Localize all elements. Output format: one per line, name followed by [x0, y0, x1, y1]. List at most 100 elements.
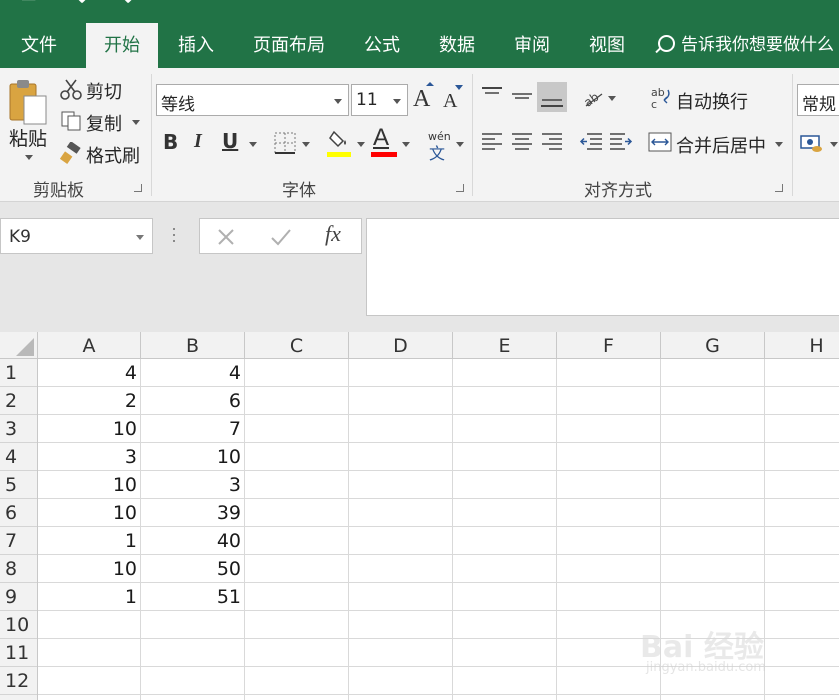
align-top-icon[interactable] [481, 86, 503, 104]
fill-color-dropdown-icon[interactable] [357, 142, 365, 147]
column-header-b[interactable]: B [141, 332, 245, 359]
tab-page-layout[interactable]: 页面布局 [240, 23, 338, 68]
row-header[interactable]: 1 [0, 359, 37, 387]
row-header[interactable]: 8 [0, 555, 37, 583]
row-header[interactable]: 10 [0, 611, 37, 639]
cell-a5[interactable]: 10 [38, 471, 140, 499]
tab-view[interactable]: 视图 [575, 23, 639, 68]
tab-file[interactable]: 文件 [0, 23, 78, 68]
italic-button[interactable]: I [194, 130, 202, 153]
increase-indent-icon[interactable] [609, 132, 633, 152]
column-header-h[interactable]: H [765, 332, 839, 359]
redo-icon[interactable]: ↷ [118, 0, 132, 10]
borders-icon[interactable] [274, 132, 296, 154]
row-header[interactable]: 11 [0, 639, 37, 667]
tab-formulas[interactable]: 公式 [350, 23, 414, 68]
undo-icon[interactable]: ↶ [78, 0, 92, 10]
accounting-format-icon[interactable] [800, 132, 824, 154]
font-size-dropdown[interactable]: 11 [351, 84, 408, 116]
align-middle-icon[interactable] [511, 86, 533, 104]
cell-a7[interactable]: 1 [38, 527, 140, 555]
decrease-indent-icon[interactable] [579, 132, 603, 152]
font-color-dropdown-icon[interactable] [402, 142, 410, 147]
cell-b2[interactable]: 6 [141, 387, 244, 415]
row-header[interactable]: 7 [0, 527, 37, 555]
cell-b3[interactable]: 7 [141, 415, 244, 443]
paste-button[interactable]: 粘贴 [9, 124, 47, 151]
cell-b4[interactable]: 10 [141, 443, 244, 471]
name-box[interactable]: K9 [0, 218, 153, 254]
font-launcher-icon[interactable] [456, 184, 464, 192]
cell-a6[interactable]: 10 [38, 499, 140, 527]
copy-dropdown-icon[interactable] [132, 120, 140, 125]
number-format-dropdown[interactable]: 常规 [797, 84, 839, 116]
wrap-text-button[interactable]: 自动换行 [676, 88, 748, 114]
cell-a9[interactable]: 1 [38, 583, 140, 611]
align-left-icon[interactable] [481, 132, 503, 152]
orientation-icon[interactable]: ab [581, 88, 604, 110]
format-painter-button[interactable]: 格式刷 [86, 142, 140, 168]
phonetic-dropdown-icon[interactable] [456, 142, 464, 147]
paste-dropdown-icon[interactable] [25, 155, 33, 160]
paste-icon[interactable] [8, 78, 48, 126]
cell-a2[interactable]: 2 [38, 387, 140, 415]
insert-function-button[interactable]: fx [325, 221, 341, 247]
column-header-e[interactable]: E [453, 332, 557, 359]
column-header-g[interactable]: G [661, 332, 765, 359]
fill-color-icon[interactable] [328, 128, 352, 150]
copy-button[interactable]: 复制 [86, 110, 122, 136]
clipboard-launcher-icon[interactable] [134, 184, 142, 192]
row-header[interactable]: 6 [0, 499, 37, 527]
font-name-dropdown[interactable]: 等线 [156, 84, 349, 116]
align-center-icon[interactable] [511, 132, 533, 152]
row-header[interactable]: 12 [0, 667, 37, 695]
tab-insert[interactable]: 插入 [160, 23, 232, 68]
select-all-button[interactable] [0, 332, 38, 359]
tell-me-search[interactable]: 告诉我你想要做什么 [658, 23, 834, 68]
font-color-button[interactable]: A [373, 124, 389, 152]
cell-b8[interactable]: 50 [141, 555, 244, 583]
tab-review[interactable]: 审阅 [500, 23, 564, 68]
cell-b6[interactable]: 39 [141, 499, 244, 527]
row-header[interactable]: 2 [0, 387, 37, 415]
tab-data[interactable]: 数据 [425, 23, 489, 68]
grow-font-button[interactable]: A [413, 86, 430, 113]
underline-button[interactable]: U [222, 129, 238, 153]
cell-a1[interactable]: 4 [38, 359, 140, 387]
column-header-d[interactable]: D [349, 332, 453, 359]
merge-center-button[interactable]: 合并后居中 [676, 132, 766, 158]
tab-home[interactable]: 开始 [86, 23, 158, 68]
bold-button[interactable]: B [163, 130, 178, 154]
save-icon[interactable]: ▀ [22, 0, 35, 10]
row-header[interactable]: 3 [0, 415, 37, 443]
row-header[interactable]: 4 [0, 443, 37, 471]
chevron-down-icon[interactable] [136, 235, 144, 240]
underline-dropdown-icon[interactable] [249, 142, 257, 147]
alignment-launcher-icon[interactable] [775, 184, 783, 192]
cell-a8[interactable]: 10 [38, 555, 140, 583]
cell-b5[interactable]: 3 [141, 471, 244, 499]
formula-input[interactable] [366, 218, 839, 316]
column-header-f[interactable]: F [557, 332, 661, 359]
cell-a4[interactable]: 3 [38, 443, 140, 471]
shrink-font-button[interactable]: A [443, 90, 457, 113]
row-header[interactable]: 5 [0, 471, 37, 499]
align-bottom-icon[interactable] [537, 82, 567, 112]
merge-dropdown-icon[interactable] [775, 142, 783, 147]
enter-check-icon[interactable] [270, 227, 292, 247]
borders-dropdown-icon[interactable] [302, 142, 310, 147]
accounting-dropdown-icon[interactable] [830, 142, 838, 147]
align-right-icon[interactable] [541, 132, 563, 152]
column-header-a[interactable]: A [38, 332, 141, 359]
cut-button[interactable]: 剪切 [86, 78, 122, 104]
cancel-icon[interactable] [216, 227, 236, 247]
cell-b7[interactable]: 40 [141, 527, 244, 555]
cell-b1[interactable]: 4 [141, 359, 244, 387]
cell-a3[interactable]: 10 [38, 415, 140, 443]
phonetic-guide-button[interactable]: 文 [429, 140, 445, 164]
row-header[interactable]: 9 [0, 583, 37, 611]
cell-b9[interactable]: 51 [141, 583, 244, 611]
column-header-c[interactable]: C [245, 332, 349, 359]
orientation-dropdown-icon[interactable] [608, 96, 616, 101]
drag-handle-icon[interactable] [173, 228, 176, 244]
